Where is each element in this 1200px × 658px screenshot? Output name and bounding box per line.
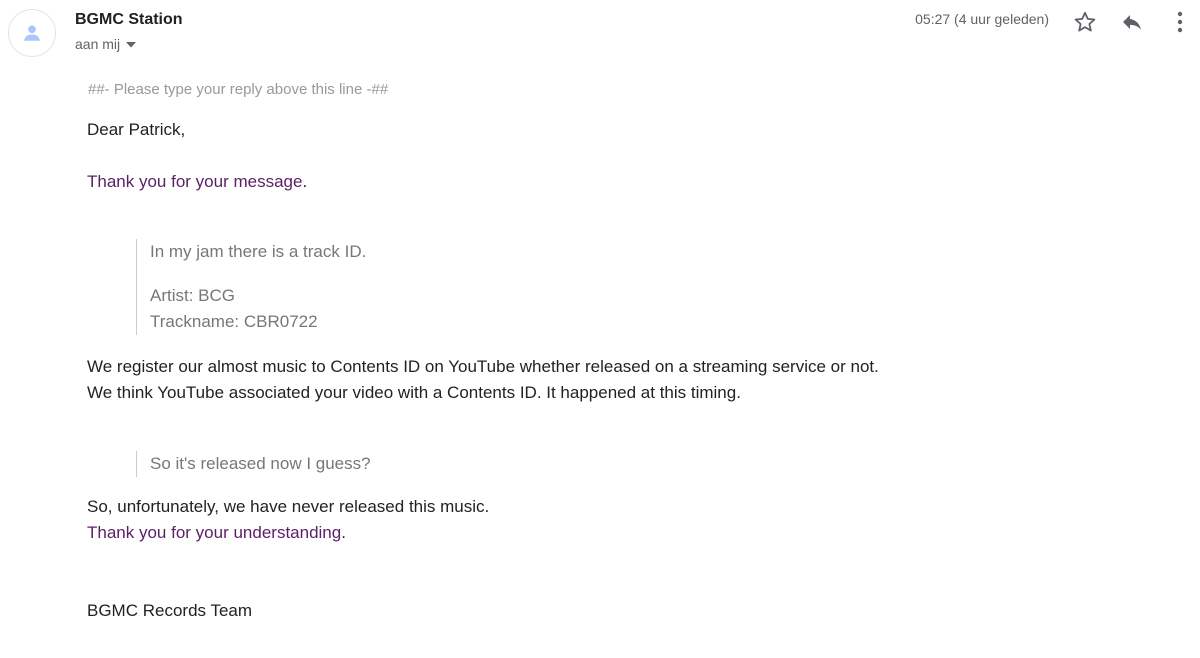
thanks-text: Thank you for your message (87, 172, 303, 191)
sender-avatar[interactable] (8, 9, 56, 57)
reply-icon (1123, 15, 1141, 30)
caret-down-icon (126, 41, 137, 48)
quote-line: In my jam there is a track ID. (150, 242, 367, 261)
closing-thanks-line: Thank you for your understanding. (87, 520, 346, 546)
star-outline-icon (1074, 11, 1096, 32)
thanks-period: . (302, 172, 308, 191)
more-options-button[interactable] (1166, 8, 1194, 36)
message-timestamp: 05:27 (4 uur geleden) (915, 11, 1049, 27)
recipient-label: aan mij (75, 36, 121, 52)
person-icon (24, 25, 40, 41)
more-vertical-icon (1177, 11, 1183, 33)
quoted-block-2: So it's released now I guess? (136, 451, 371, 477)
quoted-block-1: In my jam there is a track ID. Artist: B… (136, 239, 366, 335)
body-paragraph-line: We think YouTube associated your video w… (87, 383, 741, 402)
quote-line: So it's released now I guess? (150, 454, 371, 473)
reply-marker: ##- Please type your reply above this li… (88, 81, 389, 98)
thanks-line: Thank you for your message. (87, 169, 307, 195)
recipient-details-toggle[interactable]: aan mij (75, 36, 137, 52)
sender-name[interactable]: BGMC Station (75, 11, 183, 29)
reply-button[interactable] (1118, 8, 1146, 36)
star-button[interactable] (1071, 8, 1099, 36)
quote-line: Artist: BCG (150, 286, 236, 305)
closing-period: . (341, 523, 346, 542)
signature: BGMC Records Team (87, 601, 253, 620)
greeting: Dear Patrick, (87, 120, 186, 139)
closing-thanks-text: Thank you for your understanding (87, 523, 342, 542)
body-paragraph-line: We register our almost music to Contents… (87, 357, 879, 376)
closing-line: So, unfortunately, we have never release… (87, 497, 490, 516)
email-view: BGMC Station aan mij 05:27 (4 uur gelede… (0, 0, 1200, 658)
quote-line: Trackname: CBR0722 (150, 312, 318, 331)
